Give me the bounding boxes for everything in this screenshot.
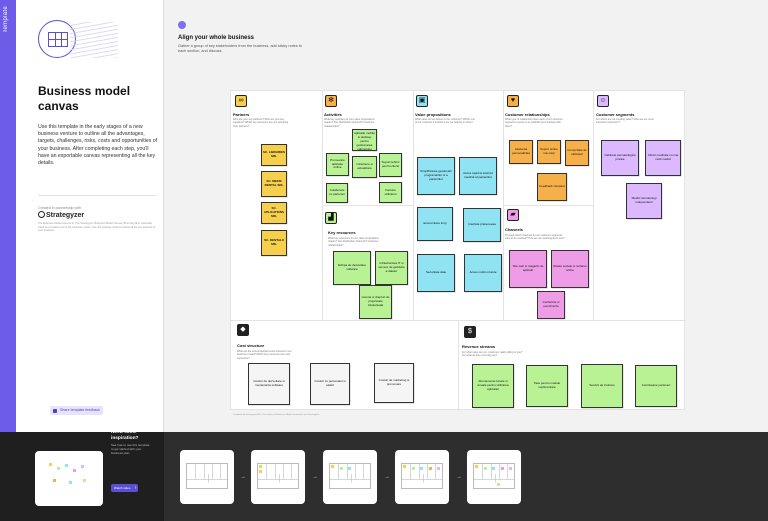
step-thumbnail-2[interactable] [251, 450, 305, 504]
tag-icon: ◆ [237, 324, 249, 336]
template-info-panel: Business model canvas Use this template … [16, 0, 164, 432]
video-thumbnail[interactable] [35, 451, 103, 506]
step-thumbnail-5[interactable] [467, 450, 521, 504]
sticky-note[interactable]: Infrastructura IT si servere de gazduire… [375, 251, 408, 285]
step-dot-icon [178, 21, 186, 29]
activities-title: Activities [324, 112, 342, 117]
resources-question: What key resources do our value proposit… [328, 237, 379, 247]
template-description: Use this template in the early stages of… [38, 124, 158, 167]
activities-question: What key activities do your value propos… [324, 118, 375, 128]
sticky-note[interactable]: Intretinere si actualizare [352, 156, 377, 178]
sticky-note[interactable]: Interfata prietenoasa [463, 208, 501, 242]
sticky-note[interactable]: Acces mobil oriunde [464, 254, 502, 292]
template-page: Template Business model canvas Use this … [0, 0, 768, 521]
partners-title: Partners [233, 112, 250, 117]
segments-question: For whom are we creating value? Who are … [596, 118, 654, 125]
sticky-note[interactable]: SC. MEDIS DENTAL SRL [261, 171, 287, 197]
heart-icon: ♥ [507, 95, 519, 107]
partner-name: Strategyzer [46, 212, 85, 219]
arrow-right-icon: → [312, 474, 318, 480]
sticky-note[interactable]: Dezvoltare aplicatie mobila si desktop p… [352, 129, 377, 151]
feedback-button[interactable]: Share template feedback [50, 406, 103, 415]
sticky-note[interactable]: Asistenta personalizata [509, 140, 533, 164]
sticky-note[interactable]: SC. APLICATIONS SRL [261, 202, 287, 224]
sticky-note[interactable]: Comisioane parteneri [635, 365, 677, 407]
link-icon: ∞ [235, 95, 247, 107]
sticky-note[interactable]: Retele sociale si reclame online [551, 250, 589, 288]
sticky-note[interactable]: Suport online non-stop [537, 140, 561, 164]
watch-video-button[interactable]: Watch video [111, 484, 139, 492]
sticky-note[interactable]: Servicii de instruire [581, 364, 623, 408]
sticky-note[interactable]: Cabinete stomatologice private [601, 140, 639, 176]
step-thumbnail-1[interactable] [180, 450, 234, 504]
partner-logo[interactable]: Strategyzer [38, 211, 84, 219]
sticky-note[interactable]: Suport tehnic pentru clienti [379, 153, 402, 177]
revenue-question: For what value are our customers really … [462, 351, 523, 358]
created-label: Created in partnership with [38, 206, 81, 210]
relationships-title: Customer relationships [505, 112, 550, 117]
sticky-note[interactable]: Acces rapid la istoricul medical al paci… [459, 157, 497, 195]
sticky-note[interactable]: Costuri de marketing si promovare [374, 363, 414, 403]
sticky-note[interactable]: Taxe pentru module suplimentare [526, 365, 568, 407]
sticky-note[interactable]: Instruire utilizatori [379, 182, 402, 203]
strategyzer-icon [38, 211, 45, 218]
segments-title: Customer segments [596, 112, 635, 117]
partners-question: Who are your key partners? Who are your … [233, 118, 289, 128]
board-footer: Designed by Strategyzer AG. The makers o… [233, 414, 320, 416]
costs-title: Cost structure [237, 343, 265, 348]
value-title: Value propositions [415, 112, 451, 117]
arrow-right-icon: → [240, 474, 246, 480]
sticky-note[interactable]: Licente si drepturi de proprietate intel… [359, 285, 392, 319]
decorative-waves [70, 22, 118, 58]
sticky-note[interactable]: Medici stomatologi independenti [626, 183, 662, 219]
channels-title: Channels [505, 227, 524, 232]
revenue-title: Revenue streams [462, 344, 496, 349]
sticky-note[interactable]: Comunitate de utilizatori [565, 140, 589, 166]
business-model-board[interactable]: ∞ Partners Who are your key partners? Wh… [230, 90, 686, 411]
divider [38, 195, 156, 196]
sticky-note[interactable]: SC. LIBRARIES SRL [261, 144, 287, 166]
canvas-title: Align your whole business [178, 35, 255, 41]
channels-question: Through which channels do our customer s… [505, 234, 565, 241]
sticky-note[interactable]: Conferinte si evenimente [537, 291, 565, 319]
feedback-icon [53, 408, 57, 413]
step-thumbnail-3[interactable] [323, 450, 377, 504]
person-icon: ☺ [597, 95, 609, 107]
gear-icon: ✻ [325, 95, 337, 107]
money-bag-icon: $ [464, 326, 476, 338]
relationships-question: What type of relationship does each of o… [505, 118, 563, 128]
sticky-note[interactable]: Feedback constant [537, 173, 567, 201]
template-side-tab[interactable]: Template [0, 0, 16, 432]
sticky-note[interactable]: Costuri cu personalul si salarii [310, 363, 350, 405]
sticky-note[interactable]: Economisire timp [417, 207, 453, 241]
inspiration-title: Need some inspiration? [111, 430, 139, 441]
sticky-note[interactable]: Site web si magazin de aplicatii [509, 250, 547, 288]
sticky-note[interactable]: Clinici medicale cu mai multi medici [645, 140, 681, 176]
truck-icon: ▰ [507, 209, 519, 221]
resources-title: Key resources [328, 230, 356, 235]
inspiration-text: See how to use this template to get star… [111, 443, 150, 455]
template-title: Business model canvas [38, 84, 131, 113]
step-thumbnail-4[interactable] [395, 450, 449, 504]
sticky-note[interactable]: Promovare aplicatie online [326, 153, 349, 176]
sticky-note[interactable]: Securitate date [417, 254, 455, 292]
sticky-note[interactable]: Costuri de dezvoltare si mentenanta soft… [248, 363, 290, 405]
arrow-right-icon: → [384, 474, 390, 480]
arrow-right-icon: → [456, 474, 462, 480]
gift-icon: ▣ [416, 95, 428, 107]
side-tab-label: Template [3, 6, 9, 33]
sticky-note[interactable]: Abonamente lunare si anuale pentru utili… [472, 364, 514, 408]
factory-icon: ▟ [325, 212, 337, 224]
sticky-note[interactable]: SC. DENTALX SRL [261, 230, 287, 256]
value-question: What value do we deliver to the customer… [415, 118, 475, 125]
costs-question: What are the most important costs inhere… [237, 350, 292, 360]
sticky-note[interactable]: Colaborare cu parteneri [326, 183, 348, 203]
template-fineprint: The Business Model Canvas by The Strateg… [38, 222, 156, 233]
sticky-note[interactable]: Echipa de dezvoltare software [333, 251, 371, 285]
sticky-note[interactable]: Simplificarea gestionarii programarilor … [417, 157, 455, 195]
canvas-subtitle: Gather a group of key stakeholders from … [178, 44, 302, 54]
feedback-label: Share template feedback [60, 408, 100, 412]
